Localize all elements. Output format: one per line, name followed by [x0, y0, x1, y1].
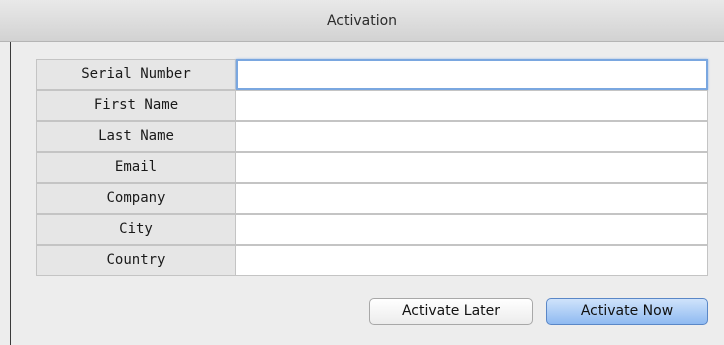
city-input[interactable]: [236, 215, 707, 244]
window-title: Activation: [326, 13, 398, 29]
country-input[interactable]: [236, 246, 707, 275]
email-input[interactable]: [236, 153, 707, 182]
first-name-label: First Name: [36, 90, 236, 121]
last-name-label: Last Name: [36, 121, 236, 152]
email-cell[interactable]: [236, 152, 708, 183]
form-row-company: Company: [36, 183, 708, 214]
company-label: Company: [36, 183, 236, 214]
form-row-serial-number: Serial Number: [36, 59, 708, 90]
company-input[interactable]: [236, 184, 707, 213]
form-row-last-name: Last Name: [36, 121, 708, 152]
form-row-email: Email: [36, 152, 708, 183]
activate-now-button[interactable]: Activate Now: [546, 298, 708, 325]
first-name-cell[interactable]: [236, 90, 708, 121]
email-label: Email: [36, 152, 236, 183]
company-cell[interactable]: [236, 183, 708, 214]
activate-later-button[interactable]: Activate Later: [369, 298, 533, 325]
form-row-city: City: [36, 214, 708, 245]
serial-number-label: Serial Number: [36, 59, 236, 90]
city-label: City: [36, 214, 236, 245]
country-label: Country: [36, 245, 236, 276]
serial-number-input[interactable]: [238, 61, 706, 88]
country-cell[interactable]: [236, 245, 708, 276]
last-name-cell[interactable]: [236, 121, 708, 152]
serial-number-cell[interactable]: [236, 59, 708, 90]
city-cell[interactable]: [236, 214, 708, 245]
last-name-input[interactable]: [236, 122, 707, 151]
form-row-first-name: First Name: [36, 90, 708, 121]
first-name-input[interactable]: [236, 91, 707, 120]
form-row-country: Country: [36, 245, 708, 276]
window-left-border: [10, 42, 11, 345]
title-bar: Activation: [0, 0, 724, 42]
activation-window: Activation Serial Number First Name Last…: [0, 0, 724, 345]
